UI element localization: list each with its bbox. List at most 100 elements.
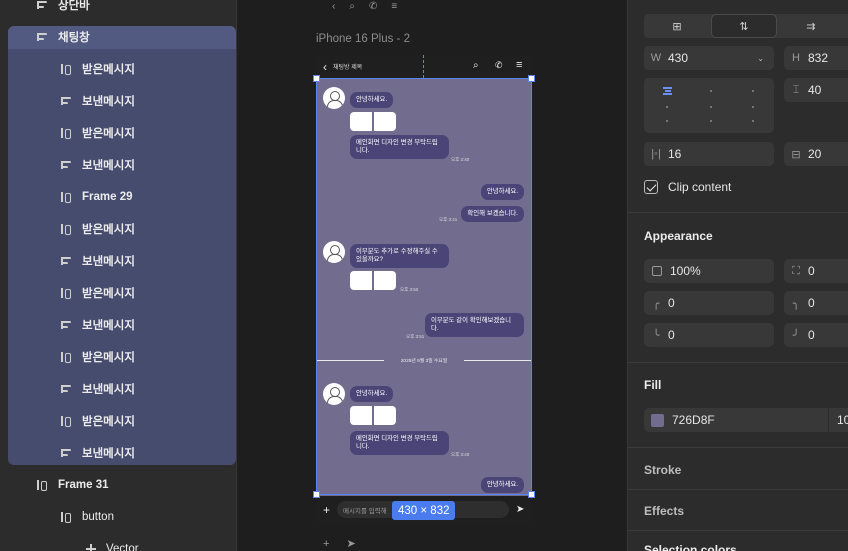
layer-label: 받은메시지 bbox=[82, 128, 135, 140]
stroke-title[interactable]: Stroke bbox=[644, 463, 681, 477]
layout-horizontal-option[interactable]: ⇉ bbox=[778, 14, 844, 38]
chevron-down-icon[interactable]: ⌄ bbox=[757, 54, 764, 63]
frame-label[interactable]: iPhone 16 Plus - 2 bbox=[316, 33, 410, 45]
divider-line bbox=[464, 360, 532, 361]
layer-row[interactable]: 보낸메시지 bbox=[0, 149, 236, 181]
layer-row[interactable]: 채팅창 bbox=[0, 21, 236, 53]
layer-row[interactable]: 받은메시지 bbox=[0, 405, 236, 437]
layout-direction-segmented: ⊞ ⇅ ⇉ bbox=[644, 14, 848, 38]
layer-row[interactable]: 상단바 bbox=[0, 0, 236, 21]
gap-field[interactable]: ⌶ 40 bbox=[784, 78, 848, 102]
sent-message[interactable]: 확인해 보겠습니다. bbox=[461, 206, 524, 222]
fill-opacity-value: 10 bbox=[837, 413, 848, 427]
gap-icon: ⌶ bbox=[792, 83, 800, 96]
layer-row[interactable]: Vector bbox=[0, 533, 236, 551]
auto-layout-vertical-icon bbox=[36, 30, 50, 44]
received-message[interactable]: 안녕하세요. bbox=[350, 92, 394, 108]
fill-swatch[interactable] bbox=[651, 413, 664, 427]
menu-icon[interactable]: ≡ bbox=[391, 1, 397, 12]
selection-colors-title[interactable]: Selection colors bbox=[644, 543, 737, 551]
layout-vertical-option[interactable]: ⇅ bbox=[711, 14, 777, 38]
auto-layout-vertical-icon bbox=[60, 94, 74, 108]
chat-area[interactable]: 안녕하세요. 메인화면 디자인 변경 부탁드립니다. 오후 3:40 안녕하세요… bbox=[316, 78, 532, 496]
auto-layout-horizontal-icon bbox=[60, 222, 74, 236]
received-message[interactable]: 이부분도 추가로 수정해주실 수 있을까요? bbox=[350, 244, 449, 268]
send-icon[interactable]: ➤ bbox=[516, 504, 524, 515]
layer-row[interactable]: 받은메시지 bbox=[0, 53, 236, 85]
menu-icon[interactable]: ≡ bbox=[516, 59, 522, 71]
section-divider bbox=[628, 212, 848, 213]
corner-radius-icon: ⛶ bbox=[792, 264, 800, 277]
back-icon[interactable]: ‹ bbox=[323, 60, 327, 74]
corner-top-left-field[interactable]: ╭ 0 bbox=[644, 291, 774, 315]
opacity-value: 100% bbox=[670, 264, 701, 278]
auto-layout-horizontal-icon bbox=[60, 510, 74, 524]
image-attachment[interactable] bbox=[350, 271, 396, 290]
sent-message[interactable]: 안녕하세요. bbox=[480, 184, 524, 200]
layer-row[interactable]: 받은메시지 bbox=[0, 277, 236, 309]
corner-radius-field[interactable]: ⛶ 0 bbox=[784, 259, 848, 283]
auto-layout-horizontal-icon bbox=[60, 350, 74, 364]
header-divider bbox=[423, 55, 424, 78]
corner-bottom-right-value: 0 bbox=[808, 328, 815, 342]
image-attachment[interactable] bbox=[350, 406, 396, 425]
layer-row[interactable]: 보낸메시지 bbox=[0, 309, 236, 341]
chat-header[interactable]: ‹ 채팅방 제목 ⌕ ✆ ≡ bbox=[316, 55, 532, 78]
plus-icon[interactable]: + bbox=[323, 503, 330, 517]
layer-row[interactable]: 보낸메시지 bbox=[0, 85, 236, 117]
effects-title[interactable]: Effects bbox=[644, 504, 684, 518]
phone-icon[interactable]: ✆ bbox=[495, 60, 503, 71]
layer-label: Frame 29 bbox=[82, 191, 133, 203]
layers-panel: 상단바 채팅창 받은메시지 보낸메시지 받은메시지 보낸메시지 Frame 29 받은메시지 보… bbox=[0, 0, 237, 551]
date-divider: 2025년 9월 3일 수요일 bbox=[316, 356, 532, 364]
opacity-field[interactable]: 100% bbox=[644, 259, 774, 283]
corner-radius-value: 0 bbox=[808, 264, 815, 278]
layer-row[interactable]: 받은메시지 bbox=[0, 213, 236, 245]
canvas[interactable]: ‹ ⌕ ✆ ≡ iPhone 16 Plus - 2 ‹ 채팅방 제목 ⌕ ✆ … bbox=[237, 0, 627, 551]
chevron-left-icon[interactable]: ‹ bbox=[332, 1, 335, 12]
layer-label: button bbox=[82, 511, 114, 523]
received-message[interactable]: 메인화면 디자인 변경 부탁드립니다. bbox=[350, 135, 449, 159]
corner-bottom-left-field[interactable]: ╰ 0 bbox=[644, 323, 774, 347]
fill-color-field[interactable]: 726D8F bbox=[644, 408, 828, 432]
layer-label: 보낸메시지 bbox=[82, 320, 135, 332]
vertical-padding-field[interactable]: ⊟ 20 bbox=[784, 142, 848, 166]
received-message[interactable]: 메인화면 디자인 변경 부탁드립니다. bbox=[350, 431, 449, 455]
layer-row[interactable]: 보낸메시지 bbox=[0, 245, 236, 277]
plus-icon[interactable]: + bbox=[323, 538, 329, 550]
alignment-grid[interactable] bbox=[644, 78, 774, 133]
sent-message[interactable]: 이부분도 같이 확인해보겠습니다. bbox=[425, 313, 524, 337]
fill-title: Fill bbox=[644, 378, 662, 392]
vertical-padding-value: 20 bbox=[808, 147, 822, 161]
received-message[interactable]: 안녕하세요. bbox=[350, 386, 394, 402]
phone-icon[interactable]: ✆ bbox=[369, 1, 377, 12]
clip-content-checkbox[interactable] bbox=[644, 180, 658, 194]
search-icon[interactable]: ⌕ bbox=[349, 1, 355, 12]
phone-frame[interactable]: ‹ 채팅방 제목 ⌕ ✆ ≡ 안녕하세요. 메인화면 디자인 변경 부탁드립니다… bbox=[316, 55, 532, 523]
fill-opacity-field[interactable]: 10 bbox=[829, 408, 848, 432]
layer-row[interactable]: 보낸메시지 bbox=[0, 373, 236, 405]
layer-row[interactable]: button bbox=[0, 501, 236, 533]
appearance-title: Appearance bbox=[644, 229, 713, 243]
layer-label: 보낸메시지 bbox=[82, 160, 135, 172]
message-time: 오후 3:41 bbox=[439, 217, 458, 222]
layer-row[interactable]: 받은메시지 bbox=[0, 341, 236, 373]
layout-grid-option[interactable]: ⊞ bbox=[644, 14, 710, 38]
width-field[interactable]: W 430 ⌄ bbox=[644, 46, 774, 70]
corner-bottom-right-field[interactable]: ╯ 0 bbox=[784, 323, 848, 347]
auto-layout-horizontal-icon bbox=[36, 478, 50, 492]
send-icon[interactable]: ➤ bbox=[347, 538, 356, 550]
height-field[interactable]: H 832 bbox=[784, 46, 848, 70]
layer-row[interactable]: 보낸메시지 bbox=[0, 437, 236, 469]
layer-label: 받은메시지 bbox=[82, 64, 135, 76]
section-divider bbox=[628, 530, 848, 531]
layer-row[interactable]: 받은메시지 bbox=[0, 117, 236, 149]
corner-top-right-field[interactable]: ╮ 0 bbox=[784, 291, 848, 315]
search-icon[interactable]: ⌕ bbox=[473, 60, 479, 71]
layer-row[interactable]: Frame 29 bbox=[0, 181, 236, 213]
image-attachment[interactable] bbox=[350, 112, 396, 131]
horizontal-padding-field[interactable]: |◦| 16 bbox=[644, 142, 774, 166]
sent-message[interactable]: 안녕하세요. bbox=[480, 477, 524, 493]
width-label: W bbox=[650, 52, 662, 64]
layer-row[interactable]: Frame 31 bbox=[0, 469, 236, 501]
